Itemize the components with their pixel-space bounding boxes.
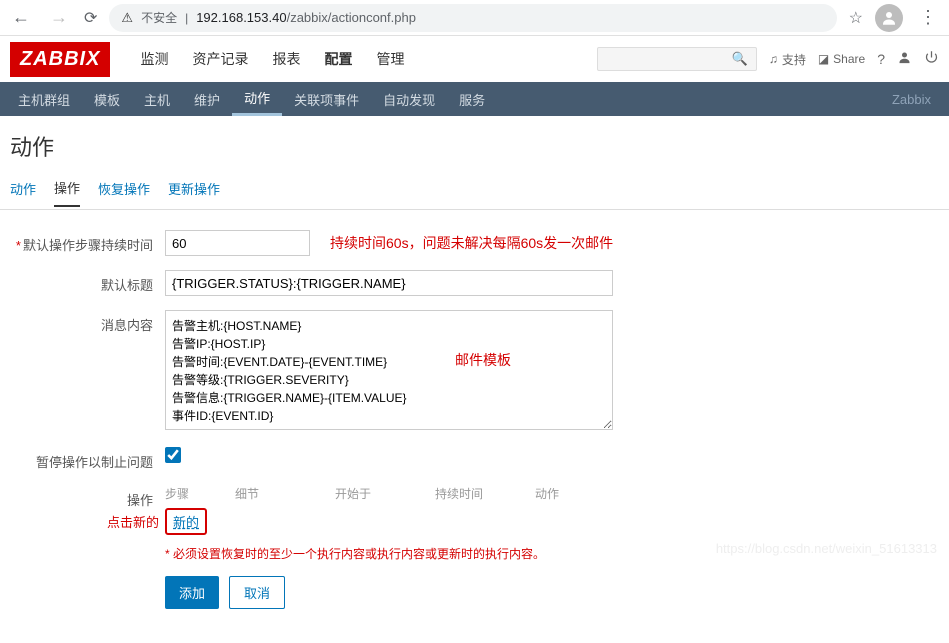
form-area: *默认操作步骤持续时间 持续时间60s，问题未解决每隔60s发一次邮件 默认标题… [0, 210, 949, 643]
nav-inventory[interactable]: 资产记录 [182, 41, 258, 77]
sub-nav: 主机群组 模板 主机 维护 动作 关联项事件 自动发现 服务 Zabbix [0, 82, 949, 116]
browser-toolbar: ← → ⟳ ⚠ 不安全 | 192.168.153.40/zabbix/acti… [0, 0, 949, 36]
watermark: https://blog.csdn.net/weixin_51613313 [716, 541, 937, 556]
subnav-correlation[interactable]: 关联项事件 [282, 82, 371, 116]
tab-update[interactable]: 更新操作 [168, 179, 220, 206]
help-icon[interactable]: ? [877, 51, 885, 67]
forward-button[interactable]: → [46, 7, 72, 28]
zabbix-logo[interactable]: ZABBIX [10, 42, 110, 77]
default-title-input[interactable] [165, 270, 613, 296]
col-detail: 细节 [235, 485, 335, 502]
col-duration: 持续时间 [435, 485, 535, 502]
tab-recovery[interactable]: 恢复操作 [98, 179, 150, 206]
brand-short: Zabbix [880, 82, 943, 116]
subnav-discovery[interactable]: 自动发现 [371, 82, 447, 116]
step-duration-input[interactable] [165, 230, 310, 256]
warning-icon: ⚠ [121, 10, 133, 26]
nav-monitoring[interactable]: 监测 [130, 41, 178, 77]
tab-operations[interactable]: 操作 [54, 178, 80, 207]
logout-icon[interactable] [924, 50, 939, 68]
nav-configuration[interactable]: 配置 [314, 41, 362, 77]
pause-checkbox[interactable] [165, 447, 181, 463]
page-title: 动作 [0, 116, 949, 176]
browser-menu-icon[interactable]: ⋮ [915, 7, 941, 28]
share-link[interactable]: ◪ Share [818, 52, 865, 66]
app-header: ZABBIX 监测 资产记录 报表 配置 管理 🔍 ♫ 支持 ◪ Share ? [0, 36, 949, 82]
nav-reports[interactable]: 报表 [262, 41, 310, 77]
search-input[interactable]: 🔍 [597, 47, 757, 71]
subnav-maintenance[interactable]: 维护 [182, 82, 232, 116]
reload-button[interactable]: ⟳ [84, 8, 97, 28]
url-text: 192.168.153.40/zabbix/actionconf.php [196, 10, 416, 25]
message-textarea[interactable]: 告警主机:{HOST.NAME} 告警IP:{HOST.IP} 告警时间:{EV… [165, 310, 613, 430]
subnav-hosts[interactable]: 主机 [132, 82, 182, 116]
col-start: 开始于 [335, 485, 435, 502]
label-step-duration: *默认操作步骤持续时间 [10, 230, 165, 256]
cancel-button[interactable]: 取消 [229, 576, 285, 609]
add-button[interactable]: 添加 [165, 576, 219, 609]
new-operation-link[interactable]: 新的 [165, 508, 207, 535]
annotation-template: 邮件模板 [455, 350, 511, 370]
annotation-duration: 持续时间60s，问题未解决每隔60s发一次邮件 [330, 233, 613, 253]
col-action: 动作 [535, 485, 635, 502]
col-step: 步骤 [165, 485, 235, 502]
subnav-templates[interactable]: 模板 [82, 82, 132, 116]
label-operations: 操作 [127, 493, 153, 508]
label-pause: 暂停操作以制止问题 [10, 447, 165, 471]
user-icon[interactable] [897, 50, 912, 68]
subnav-actions[interactable]: 动作 [232, 82, 282, 116]
back-button[interactable]: ← [8, 7, 34, 28]
address-bar[interactable]: ⚠ 不安全 | 192.168.153.40/zabbix/actionconf… [109, 4, 836, 32]
main-nav: 监测 资产记录 报表 配置 管理 [130, 41, 414, 77]
bookmark-icon[interactable]: ☆ [849, 8, 863, 28]
operations-table: 步骤 细节 开始于 持续时间 动作 点击新的 新的 [165, 485, 635, 535]
form-tabs: 动作 操作 恢复操作 更新操作 [0, 176, 949, 210]
security-label: 不安全 [141, 9, 177, 26]
search-icon: 🔍 [732, 51, 748, 67]
nav-administration[interactable]: 管理 [366, 41, 414, 77]
label-message: 消息内容 [10, 310, 165, 433]
support-link[interactable]: ♫ 支持 [769, 51, 806, 68]
label-default-title: 默认标题 [10, 270, 165, 296]
tab-action[interactable]: 动作 [10, 179, 36, 206]
subnav-services[interactable]: 服务 [447, 82, 497, 116]
profile-avatar[interactable] [875, 4, 903, 32]
subnav-hostgroups[interactable]: 主机群组 [6, 82, 82, 116]
